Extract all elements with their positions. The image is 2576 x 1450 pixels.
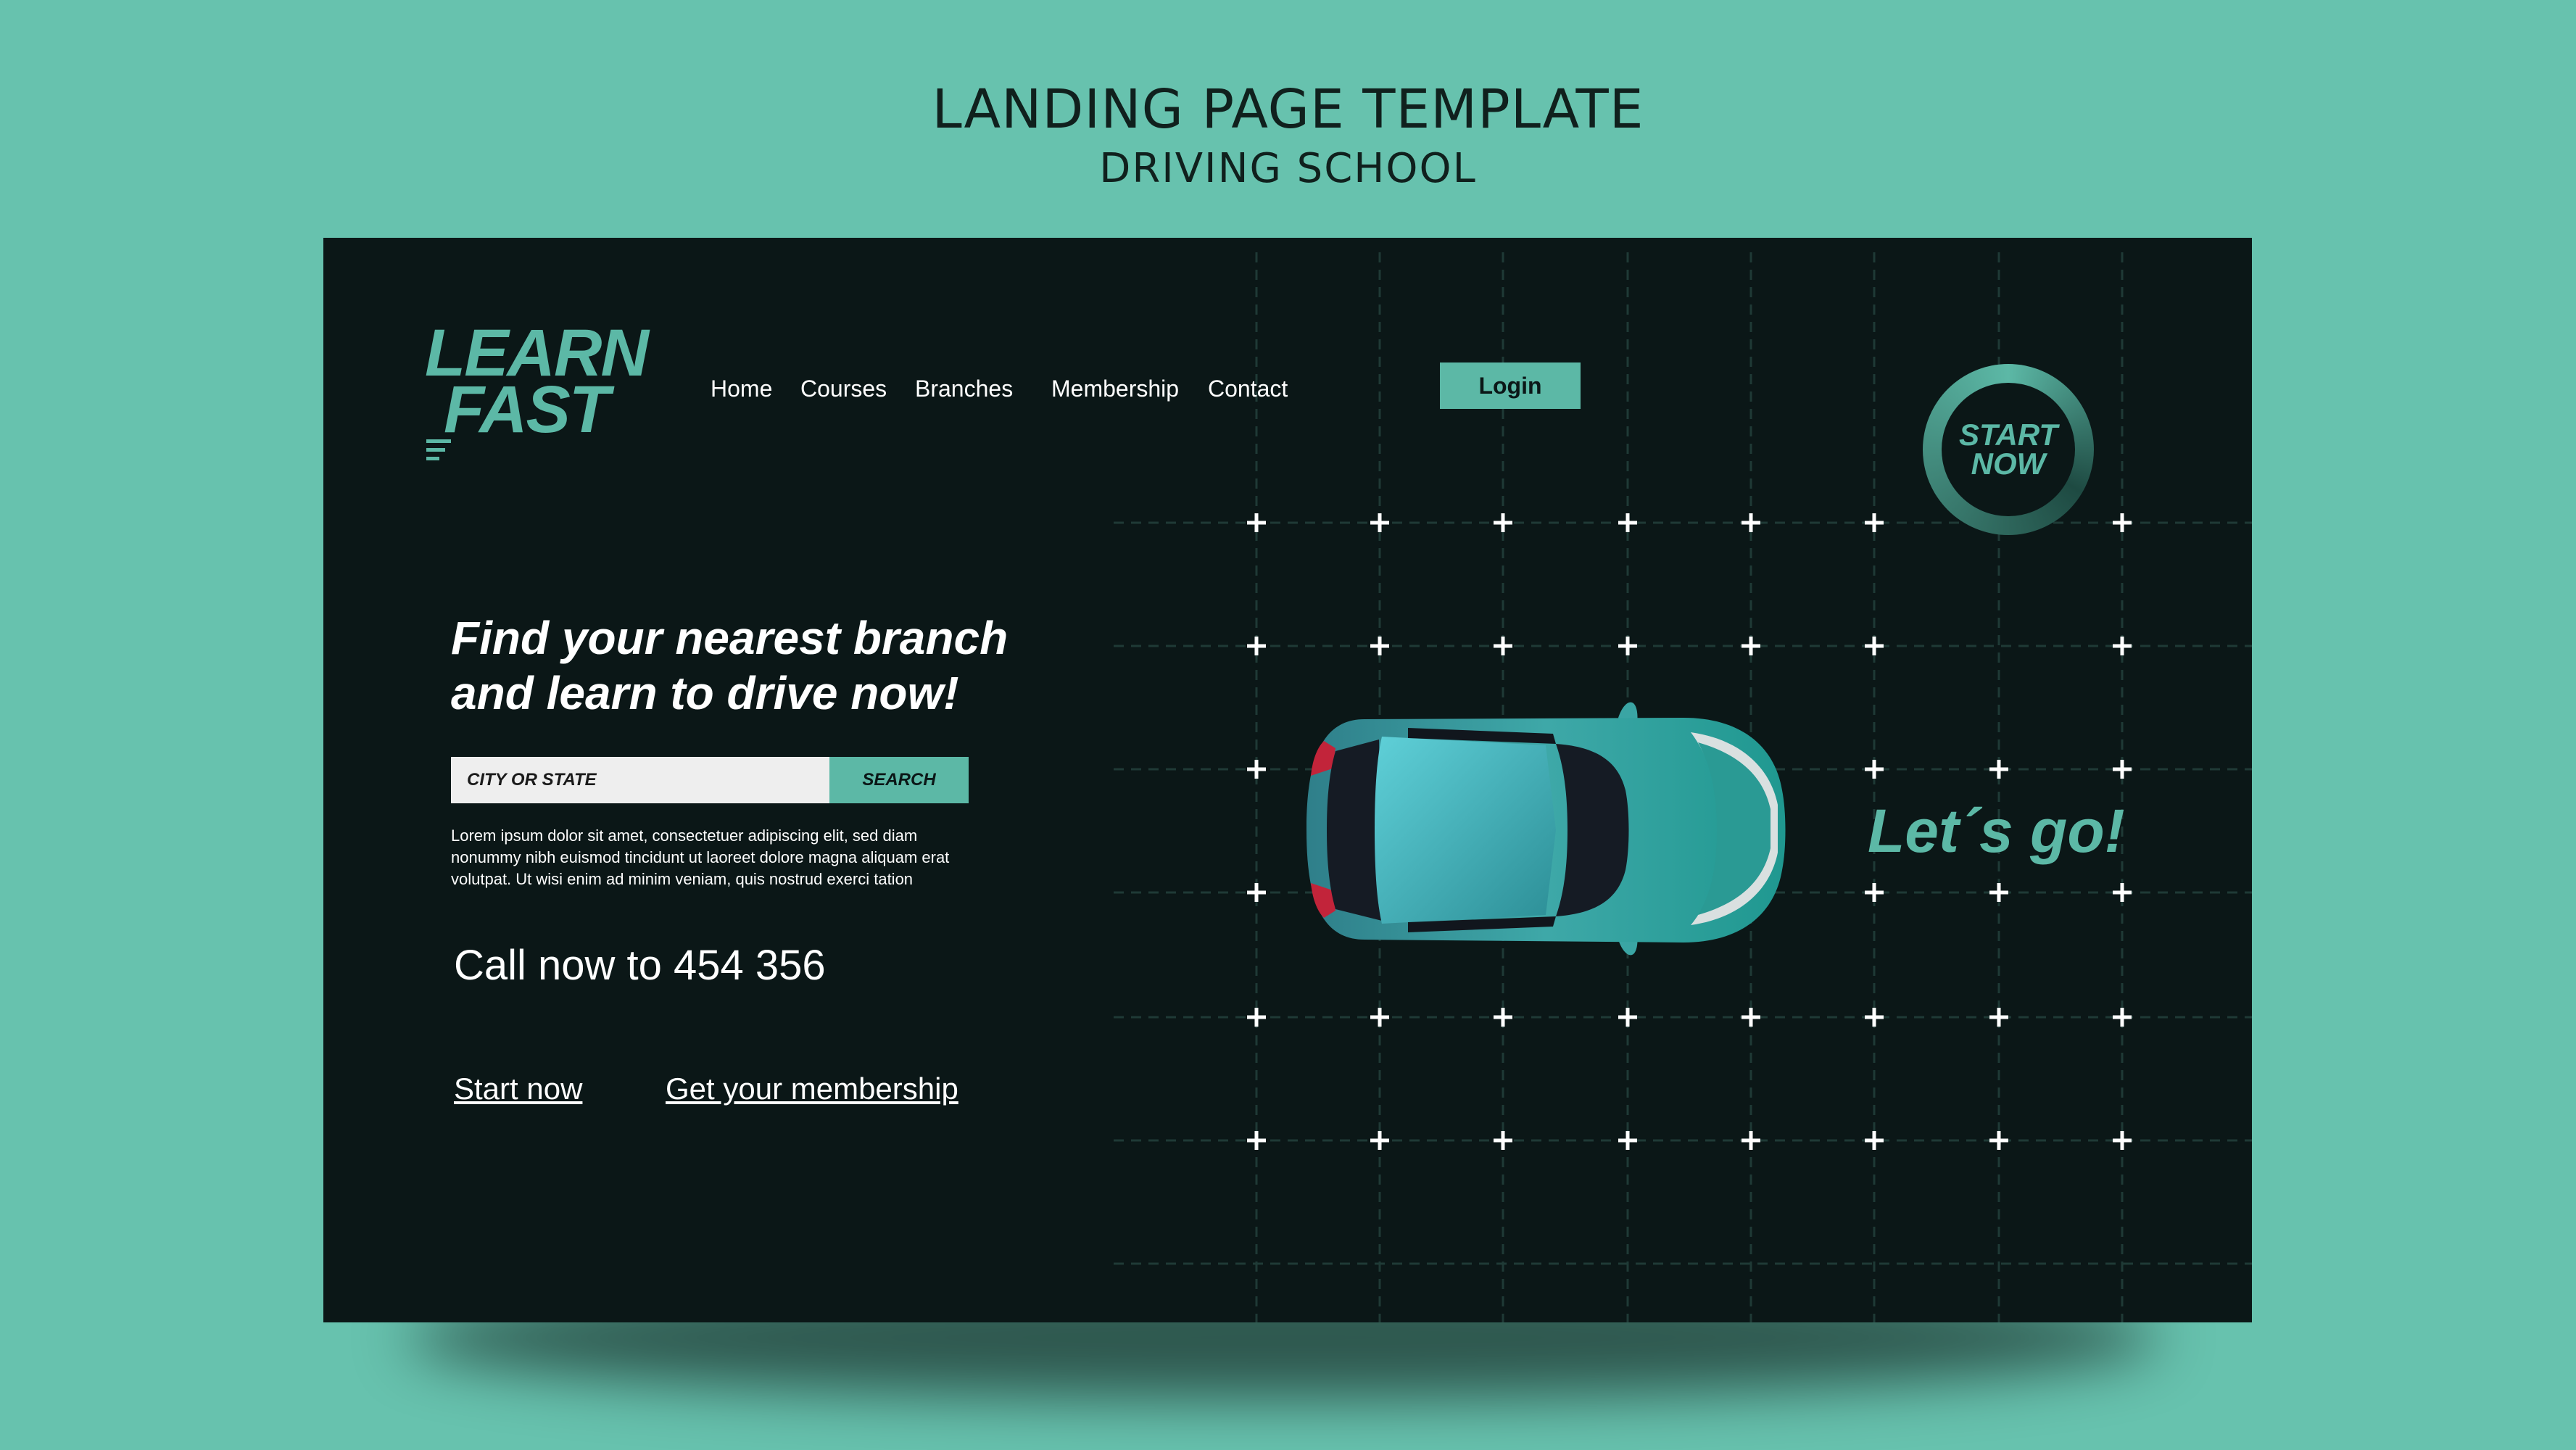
headline-line-1: Find your nearest branch bbox=[451, 612, 1009, 664]
plus-icon bbox=[1742, 637, 1760, 655]
hero-description: Lorem ipsum dolor sit amet, consectetuer… bbox=[451, 825, 1016, 890]
start-now-badge-label: START NOW bbox=[1942, 383, 2075, 516]
nav-contact[interactable]: Contact bbox=[1208, 376, 1288, 402]
nav-membership[interactable]: Membership bbox=[1051, 376, 1179, 402]
landing-page: LEARN FAST Home Courses Branches Members… bbox=[323, 238, 2252, 1322]
plus-icon bbox=[1742, 1008, 1760, 1027]
description-line-3: volutpat. Ut wisi enim ad minim veniam, … bbox=[451, 870, 914, 888]
plus-icon bbox=[1494, 1008, 1512, 1027]
plus-icon bbox=[1494, 513, 1512, 532]
nav-branches[interactable]: Branches bbox=[915, 376, 1013, 402]
plus-icon bbox=[2113, 760, 2132, 779]
plus-icon bbox=[1618, 1008, 1637, 1027]
plus-icon bbox=[1865, 883, 1884, 902]
lets-go-tagline: Let´s go! bbox=[1868, 797, 2125, 865]
plus-icon bbox=[1494, 1131, 1512, 1150]
nav-courses[interactable]: Courses bbox=[800, 376, 887, 402]
membership-link[interactable]: Get your membership bbox=[666, 1072, 958, 1106]
plus-icon bbox=[1370, 637, 1389, 655]
plus-icon bbox=[1865, 1008, 1884, 1027]
branch-search: SEARCH bbox=[451, 757, 969, 803]
plus-icon bbox=[1370, 1131, 1389, 1150]
plus-icon bbox=[1618, 513, 1637, 532]
start-now-link[interactable]: Start now bbox=[454, 1072, 582, 1106]
description-line-1: Lorem ipsum dolor sit amet, consectetuer… bbox=[451, 826, 918, 845]
plus-icon bbox=[1247, 1008, 1266, 1027]
plus-icon bbox=[2113, 883, 2132, 902]
poster-title: LANDING PAGE TEMPLATE bbox=[932, 78, 1644, 141]
phone-callout[interactable]: Call now to 454 356 bbox=[454, 941, 826, 990]
plus-icon bbox=[1865, 637, 1884, 655]
hero-headline: Find your nearest branch and learn to dr… bbox=[451, 610, 1103, 721]
plus-icon bbox=[2113, 637, 2132, 655]
plus-icon bbox=[1370, 1008, 1389, 1027]
plus-icon bbox=[1247, 513, 1266, 532]
plus-icon bbox=[1247, 1131, 1266, 1150]
plus-icon bbox=[1865, 513, 1884, 532]
plus-icon bbox=[1247, 760, 1266, 779]
headline-line-2: and learn to drive now! bbox=[451, 667, 959, 719]
plus-icon bbox=[2113, 1008, 2132, 1027]
plus-icon bbox=[1989, 760, 2008, 779]
car-top-view-icon bbox=[1306, 702, 1786, 956]
plus-icon bbox=[2113, 1131, 2132, 1150]
badge-line-2: NOW bbox=[1971, 447, 2046, 481]
plus-icon bbox=[1989, 1131, 2008, 1150]
plus-icon bbox=[1618, 1131, 1637, 1150]
speed-lines-icon bbox=[426, 439, 451, 465]
plus-icon bbox=[1370, 513, 1389, 532]
plus-icon bbox=[1742, 513, 1760, 532]
plus-icon bbox=[1865, 760, 1884, 779]
plus-icon bbox=[1865, 1131, 1884, 1150]
search-input[interactable] bbox=[451, 757, 829, 803]
plus-icon bbox=[2113, 513, 2132, 532]
poster-subtitle: DRIVING SCHOOL bbox=[1099, 145, 1477, 192]
plus-icon bbox=[1618, 637, 1637, 655]
logo[interactable]: LEARN FAST bbox=[425, 320, 649, 460]
start-now-badge[interactable]: START NOW bbox=[1923, 364, 2094, 535]
plus-icon bbox=[1247, 637, 1266, 655]
plus-icon bbox=[1247, 883, 1266, 902]
login-button[interactable]: Login bbox=[1440, 362, 1581, 409]
search-button[interactable]: SEARCH bbox=[829, 757, 969, 803]
nav-home[interactable]: Home bbox=[711, 376, 772, 402]
plus-icon bbox=[1742, 1131, 1760, 1150]
plus-icon bbox=[1494, 637, 1512, 655]
plus-icon bbox=[1989, 1008, 2008, 1027]
plus-icon bbox=[1989, 883, 2008, 902]
description-line-2: nonummy nibh euismod tincidunt ut laoree… bbox=[451, 848, 950, 866]
